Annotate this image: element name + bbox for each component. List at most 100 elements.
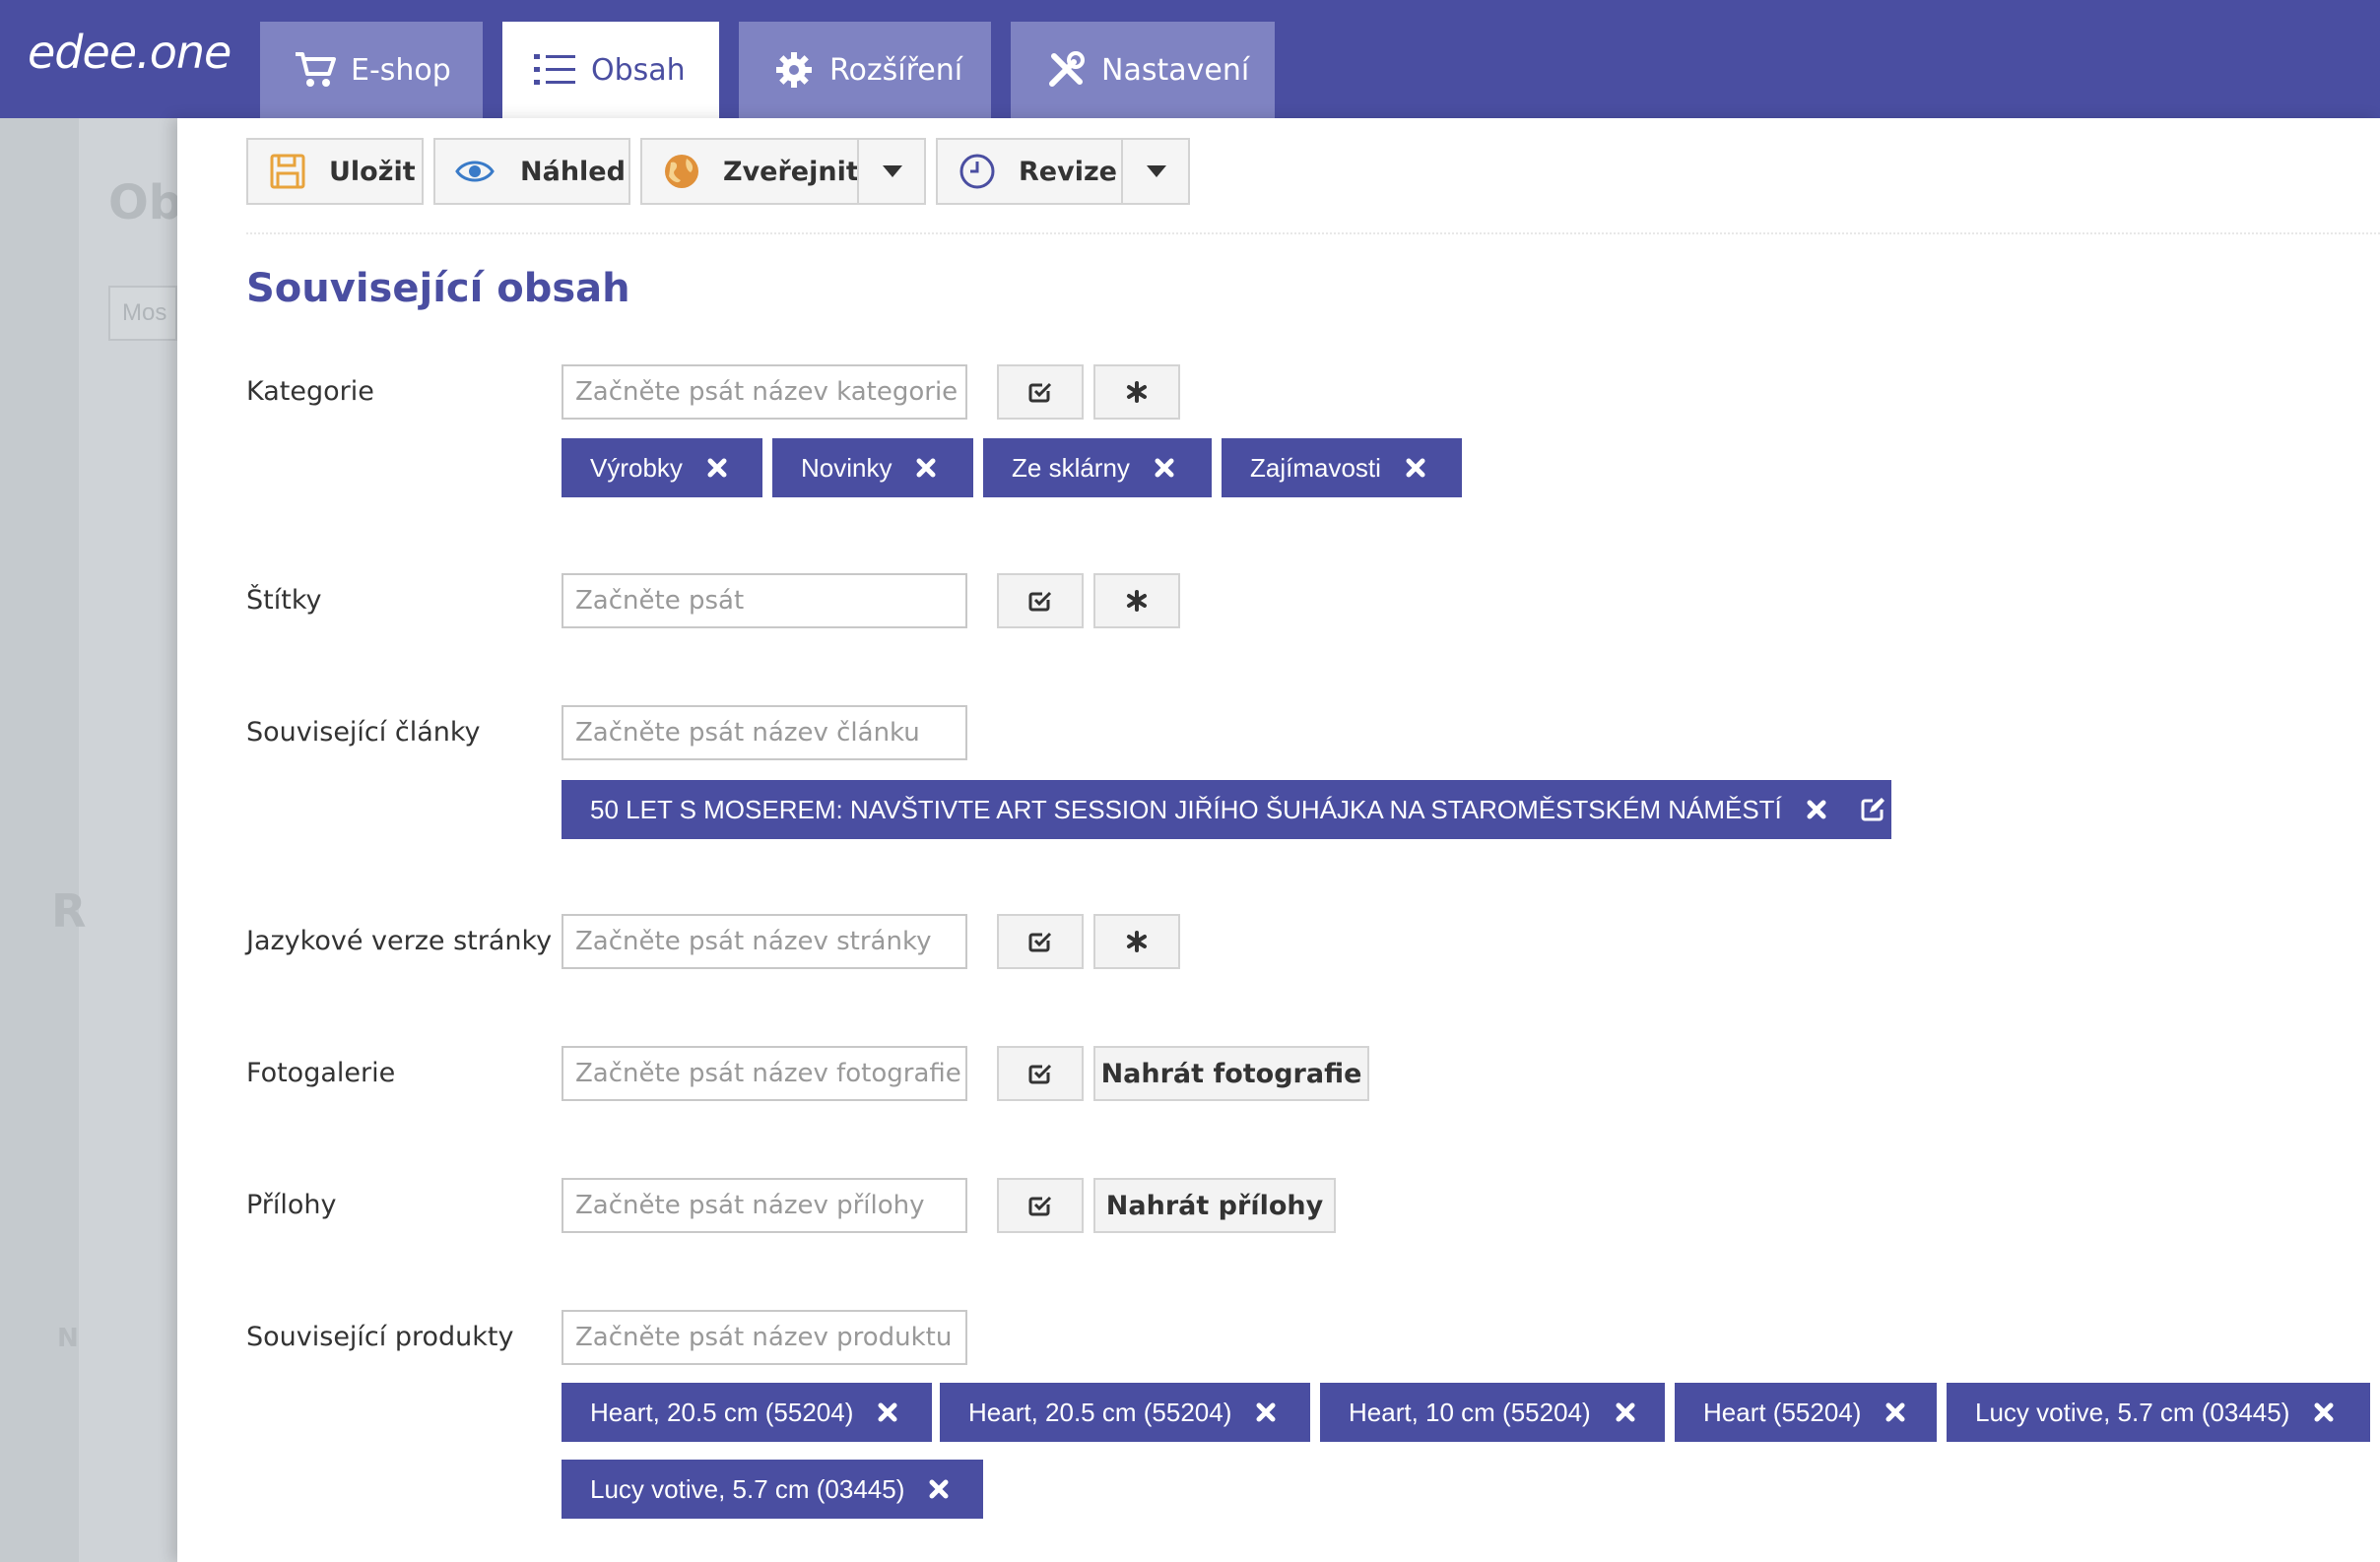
remove-icon[interactable] (2311, 1399, 2337, 1425)
products-label: Související produkty (246, 1322, 514, 1352)
remove-icon[interactable] (1883, 1399, 1908, 1425)
gallery-select-button[interactable] (997, 1046, 1084, 1101)
tab-label: E-shop (351, 52, 451, 88)
category-chip: Ze sklárny (983, 438, 1212, 497)
save-label: Uložit (329, 156, 416, 187)
tags-label: Štítky (246, 585, 322, 616)
cart-icon (294, 48, 337, 92)
top-navigation-bar: edee.one E-shop Obsah Rozšíření Nastaven… (0, 0, 2380, 118)
tab-eshop[interactable]: E-shop (260, 22, 483, 118)
asterisk-icon (1127, 381, 1147, 403)
tags-select-button[interactable] (997, 573, 1084, 628)
chip-label: Lucy votive, 5.7 cm (03445) (1975, 1397, 2290, 1427)
chip-label: Heart, 20.5 cm (55204) (968, 1397, 1232, 1427)
category-chip: Zajímavosti (1222, 438, 1462, 497)
revisions-dropdown-toggle[interactable] (1121, 140, 1190, 203)
categories-select-button[interactable] (997, 364, 1084, 420)
articles-input[interactable]: Začněte psát název článku (562, 705, 967, 760)
chip-label: 50 LET S MOSEREM: NAVŠTIVTE ART SESSION … (590, 794, 1782, 824)
tab-extensions[interactable]: Rozšíření (739, 22, 991, 118)
toolbar-divider (246, 232, 2380, 234)
tools-icon (1044, 48, 1088, 92)
upload-attachments-button[interactable]: Nahrát přílohy (1093, 1178, 1336, 1233)
gear-icon (772, 48, 816, 92)
articles-label: Související články (246, 717, 481, 748)
categories-input[interactable]: Začněte psát název kategorie (562, 364, 967, 420)
languages-input[interactable]: Začněte psát název stránky (562, 914, 967, 969)
remove-icon[interactable] (1804, 797, 1829, 822)
background-page-title: Ob (108, 175, 183, 230)
publish-label: Zveřejnit (723, 156, 859, 187)
tab-label: Rozšíření (829, 52, 963, 88)
categories-add-button[interactable] (1093, 364, 1180, 420)
check-square-icon (1028, 932, 1052, 952)
category-chip: Výrobky (562, 438, 762, 497)
languages-label: Jazykové verze stránky (246, 926, 553, 956)
save-icon (268, 152, 307, 191)
categories-label: Kategorie (246, 376, 374, 407)
chip-label: Heart (55204) (1703, 1397, 1862, 1427)
edit-icon[interactable] (1859, 796, 1886, 823)
section-title: Související obsah (246, 266, 630, 311)
tab-settings[interactable]: Nastavení (1011, 22, 1275, 118)
list-icon (534, 48, 577, 92)
chip-label: Heart, 10 cm (55204) (1349, 1397, 1591, 1427)
upload-photos-button[interactable]: Nahrát fotografie (1093, 1046, 1369, 1101)
check-square-icon (1028, 382, 1052, 403)
remove-icon[interactable] (875, 1399, 900, 1425)
product-chip: Heart, 20.5 cm (55204) (562, 1383, 932, 1442)
remove-icon[interactable] (913, 455, 939, 481)
languages-add-button[interactable] (1093, 914, 1180, 969)
caret-down-icon (883, 165, 902, 177)
product-chip: Heart, 20.5 cm (55204) (940, 1383, 1310, 1442)
article-chip: 50 LET S MOSEREM: NAVŠTIVTE ART SESSION … (562, 780, 1891, 839)
product-chip: Lucy votive, 5.7 cm (03445) (1947, 1383, 2370, 1442)
remove-icon[interactable] (1403, 455, 1428, 481)
chip-label: Lucy votive, 5.7 cm (03445) (590, 1473, 905, 1504)
revisions-button[interactable]: Revize (936, 138, 1190, 205)
attachments-select-button[interactable] (997, 1178, 1084, 1233)
globe-icon (662, 152, 701, 191)
eye-icon (455, 152, 495, 191)
products-input[interactable]: Začněte psát název produktu (562, 1310, 967, 1365)
check-square-icon (1028, 591, 1052, 612)
product-chip: Heart, 10 cm (55204) (1320, 1383, 1665, 1442)
languages-select-button[interactable] (997, 914, 1084, 969)
revisions-label: Revize (1019, 156, 1117, 187)
check-square-icon (1028, 1196, 1052, 1216)
asterisk-icon (1127, 931, 1147, 952)
chip-label: Ze sklárny (1012, 452, 1130, 483)
background-letter: N (57, 1324, 79, 1353)
category-chip: Novinky (772, 438, 973, 497)
app-logo[interactable]: edee.one (28, 26, 231, 79)
attachments-input[interactable]: Začněte psát název přílohy (562, 1178, 967, 1233)
remove-icon[interactable] (926, 1476, 952, 1502)
chip-label: Zajímavosti (1250, 452, 1381, 483)
tab-content[interactable]: Obsah (502, 22, 719, 118)
remove-icon[interactable] (704, 455, 730, 481)
tab-label: Obsah (591, 52, 686, 88)
attachments-label: Přílohy (246, 1190, 337, 1220)
content-panel: Uložit Náhled Zveřejnit Revize Souvisejí… (177, 118, 2380, 1562)
gallery-label: Fotogalerie (246, 1058, 396, 1088)
background-search-input: Mos (108, 286, 177, 341)
background-letter: R (51, 884, 87, 938)
check-square-icon (1028, 1064, 1052, 1084)
caret-down-icon (1147, 165, 1166, 177)
publish-dropdown-toggle[interactable] (857, 140, 926, 203)
clock-icon (958, 152, 997, 191)
save-button[interactable]: Uložit (246, 138, 424, 205)
chip-label: Výrobky (590, 452, 683, 483)
remove-icon[interactable] (1253, 1399, 1279, 1425)
publish-button[interactable]: Zveřejnit (640, 138, 926, 205)
remove-icon[interactable] (1613, 1399, 1638, 1425)
preview-label: Náhled (520, 156, 626, 187)
tab-label: Nastavení (1101, 52, 1250, 88)
product-chip: Heart (55204) (1675, 1383, 1937, 1442)
gallery-input[interactable]: Začněte psát název fotografie (562, 1046, 967, 1101)
preview-button[interactable]: Náhled (433, 138, 630, 205)
product-chip: Lucy votive, 5.7 cm (03445) (562, 1460, 983, 1519)
tags-add-button[interactable] (1093, 573, 1180, 628)
tags-input[interactable]: Začněte psát (562, 573, 967, 628)
remove-icon[interactable] (1152, 455, 1177, 481)
